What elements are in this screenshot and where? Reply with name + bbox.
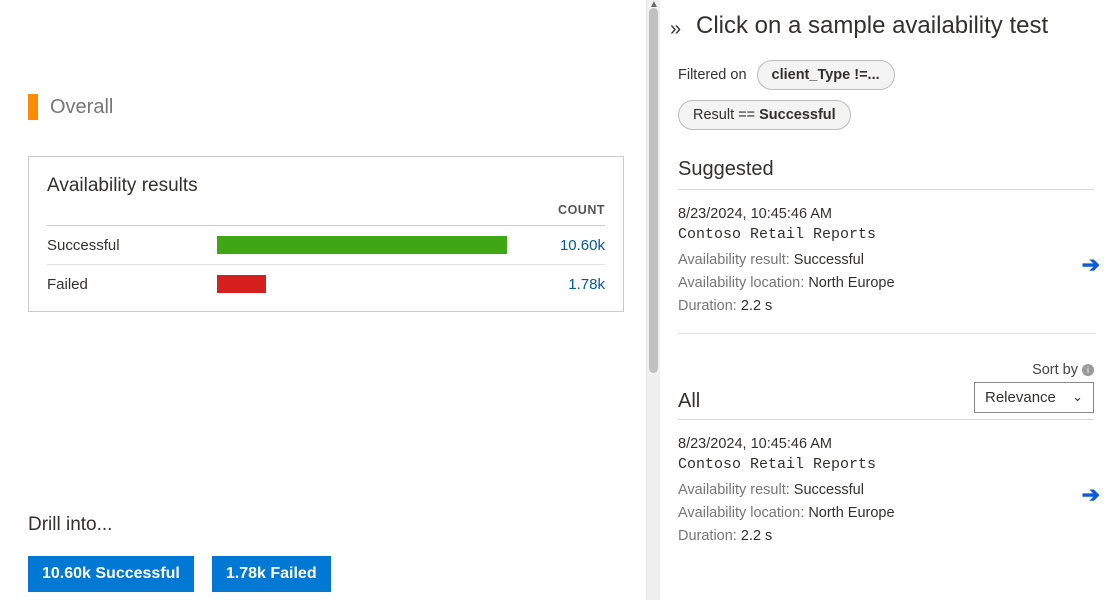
- panel-title: Click on a sample availability test: [696, 12, 1102, 40]
- count-header: COUNT: [525, 203, 605, 226]
- sort-by-select[interactable]: Relevance ⌄: [974, 382, 1094, 413]
- drill-into-label: Drill into...: [28, 514, 660, 536]
- scrollbar-thumb[interactable]: [649, 8, 658, 373]
- result-name: Contoso Retail Reports: [678, 226, 1096, 243]
- chevron-down-icon: ⌄: [1072, 389, 1083, 405]
- accent-bar: [28, 94, 38, 120]
- table-row: Failed 1.78k: [47, 265, 605, 304]
- sort-by-label: Sort by i: [1032, 362, 1094, 378]
- filter-chip-result[interactable]: Result == Successful: [678, 100, 851, 130]
- expand-panel-icon[interactable]: »: [670, 18, 677, 41]
- card-title: Availability results: [47, 175, 605, 197]
- filter-chip-client-type[interactable]: client_Type !=...: [757, 60, 895, 90]
- scrollbar[interactable]: ▲: [646, 0, 660, 600]
- all-heading: All: [678, 390, 700, 413]
- result-item[interactable]: 8/23/2024, 10:45:46 AM Contoso Retail Re…: [678, 436, 1096, 563]
- bar-failed: [217, 275, 266, 293]
- info-icon[interactable]: i: [1082, 364, 1094, 376]
- divider: [678, 419, 1094, 420]
- arrow-right-icon[interactable]: ➔: [1082, 252, 1100, 278]
- arrow-right-icon[interactable]: ➔: [1082, 482, 1100, 508]
- drill-failed-button[interactable]: 1.78k Failed: [212, 556, 331, 592]
- row-label: Successful: [47, 226, 217, 265]
- suggested-heading: Suggested: [678, 158, 1102, 181]
- bar-successful: [217, 236, 507, 254]
- drill-successful-button[interactable]: 10.60k Successful: [28, 556, 194, 592]
- overall-header: Overall: [28, 94, 660, 120]
- row-count[interactable]: 10.60k: [525, 226, 605, 265]
- overall-label: Overall: [50, 96, 113, 119]
- row-count[interactable]: 1.78k: [525, 265, 605, 304]
- divider: [678, 189, 1094, 190]
- table-row: Successful 10.60k: [47, 226, 605, 265]
- row-label: Failed: [47, 265, 217, 304]
- result-item[interactable]: 8/23/2024, 10:45:46 AM Contoso Retail Re…: [678, 206, 1096, 334]
- result-name: Contoso Retail Reports: [678, 456, 1096, 473]
- result-timestamp: 8/23/2024, 10:45:46 AM: [678, 436, 1096, 452]
- result-timestamp: 8/23/2024, 10:45:46 AM: [678, 206, 1096, 222]
- availability-results-card: Availability results x COUNT Successful …: [28, 156, 624, 312]
- filtered-on-label: Filtered on: [678, 67, 747, 83]
